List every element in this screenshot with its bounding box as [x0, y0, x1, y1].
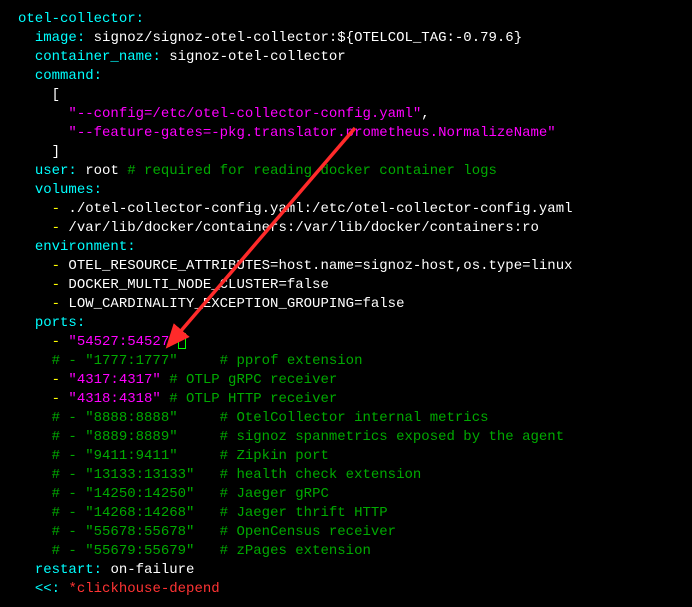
port-comment-label: # signoz spanmetrics exposed by the agen…: [220, 429, 564, 445]
port-comment-label: # OTLP gRPC receiver: [169, 372, 337, 388]
image-key: image: [35, 30, 77, 46]
yaml-code-block: otel-collector: image: signoz/signoz-ote…: [18, 10, 692, 599]
env-entry: LOW_CARDINALITY_EXCEPTION_GROUPING=false: [68, 296, 404, 312]
user-comment: # required for reading docker container …: [127, 163, 497, 179]
port-comment-label: # OtelCollector internal metrics: [220, 410, 489, 426]
port-commented: # - "8889:8889": [52, 429, 178, 445]
bracket-close: ]: [52, 144, 60, 160]
port-commented: # - "14268:14268": [52, 505, 195, 521]
port-comment-label: # OTLP HTTP receiver: [169, 391, 337, 407]
container-name-value: signoz-otel-collector: [169, 49, 345, 65]
env-entry: OTEL_RESOURCE_ATTRIBUTES=host.name=signo…: [68, 258, 572, 274]
port-commented: # - "55678:55678": [52, 524, 195, 540]
env-entry: DOCKER_MULTI_NODE_CLUSTER=false: [68, 277, 328, 293]
port-commented: # - "1777:1777": [52, 353, 178, 369]
port-comment-label: # Jaeger gRPC: [220, 486, 329, 502]
text-cursor: [178, 333, 186, 349]
port-commented: # - "14250:14250": [52, 486, 195, 502]
port-commented: # - "55679:55679": [52, 543, 195, 559]
ports-key: ports: [35, 315, 77, 331]
volume-entry: ./otel-collector-config.yaml:/etc/otel-c…: [68, 201, 572, 217]
container-name-key: container_name: [35, 49, 153, 65]
environment-key: environment: [35, 239, 127, 255]
merge-key: <<: [35, 581, 52, 597]
port-commented: # - "13133:13133": [52, 467, 195, 483]
port-entry-active: "54527:54527": [68, 334, 177, 350]
bracket-open: [: [52, 87, 60, 103]
restart-key: restart: [35, 562, 94, 578]
port-commented: # - "9411:9411": [52, 448, 178, 464]
port-entry: "4318:4318": [68, 391, 160, 407]
port-comment-label: # Zipkin port: [220, 448, 329, 464]
user-key: user: [35, 163, 69, 179]
port-commented: # - "8888:8888": [52, 410, 178, 426]
port-comment-label: # Jaeger thrift HTTP: [220, 505, 388, 521]
service-key: otel-collector: [18, 11, 136, 27]
port-comment-label: # OpenCensus receiver: [220, 524, 396, 540]
merge-value: *clickhouse-depend: [68, 581, 219, 597]
image-value: signoz/signoz-otel-collector:${OTELCOL_T…: [94, 30, 522, 46]
restart-value: on-failure: [110, 562, 194, 578]
command-arg-feature-gates: "--feature-gates=-pkg.translator.prometh…: [68, 125, 555, 141]
volumes-key: volumes: [35, 182, 94, 198]
port-entry: "4317:4317": [68, 372, 160, 388]
user-value: root: [85, 163, 119, 179]
volume-entry: /var/lib/docker/containers:/var/lib/dock…: [68, 220, 538, 236]
port-comment-label: # pprof extension: [220, 353, 363, 369]
port-comment-label: # zPages extension: [220, 543, 371, 559]
port-comment-label: # health check extension: [220, 467, 422, 483]
command-key: command: [35, 68, 94, 84]
command-arg-config: "--config=/etc/otel-collector-config.yam…: [68, 106, 421, 122]
